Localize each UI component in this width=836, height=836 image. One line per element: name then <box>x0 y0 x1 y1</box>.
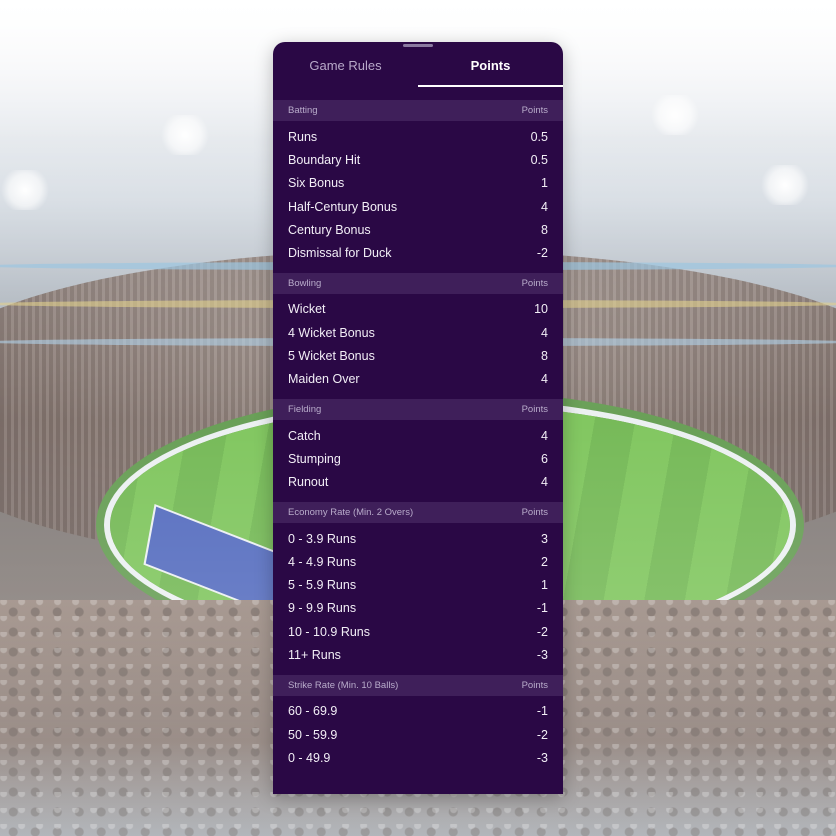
points-row: Runout 4 <box>273 471 563 494</box>
section-points-label: Points <box>521 506 548 518</box>
points-row: 10 - 10.9 Runs -2 <box>273 620 563 643</box>
row-points: 0.5 <box>530 129 548 144</box>
row-label: Half-Century Bonus <box>288 199 398 214</box>
points-row: Runs 0.5 <box>273 125 563 148</box>
section-title: Strike Rate (Min. 10 Balls) <box>288 679 399 691</box>
points-row: 4 - 4.9 Runs 2 <box>273 550 563 573</box>
row-points: 1 <box>541 176 548 191</box>
row-label: 11+ Runs <box>288 647 341 662</box>
row-label: Maiden Over <box>288 372 360 387</box>
points-row: 50 - 59.9 -2 <box>273 723 563 746</box>
points-table: Batting Points Runs 0.5 Boundary Hit 0.5 Six B… <box>273 100 563 778</box>
row-points: 2 <box>541 554 548 569</box>
points-section: Fielding Points Catch 4 Stumping 6 Runout 4 <box>273 398 563 494</box>
row-points: -2 <box>536 727 548 742</box>
row-label: 50 - 59.9 <box>288 727 338 742</box>
section-header: Economy Rate (Min. 2 Overs) Points <box>273 501 563 523</box>
row-label: 10 - 10.9 Runs <box>288 624 370 639</box>
points-row: Dismissal for Duck -2 <box>273 241 563 264</box>
section-header: Strike Rate (Min. 10 Balls) Points <box>273 674 563 696</box>
row-label: 5 - 5.9 Runs <box>288 578 357 593</box>
row-points: 4 <box>541 475 548 490</box>
section-points-label: Points <box>521 403 548 415</box>
points-section: Economy Rate (Min. 2 Overs) Points 0 - 3.9… <box>273 501 563 667</box>
row-points: -3 <box>536 647 548 662</box>
points-panel: Game Rules Points Batting Points Runs 0.5 Bo… <box>273 42 563 794</box>
section-title: Batting <box>288 105 318 116</box>
row-label: 5 Wicket Bonus <box>288 349 375 364</box>
section-points-label: Points <box>521 105 548 116</box>
row-label: Runout <box>288 475 329 490</box>
row-points: 0.5 <box>530 152 548 167</box>
section-header: Bowling Points <box>273 272 563 294</box>
points-row: Wicket 10 <box>273 298 563 321</box>
points-row: Catch 4 <box>273 424 563 447</box>
points-row: 5 Wicket Bonus 8 <box>273 344 563 367</box>
points-row: 0 - 49.9 -3 <box>273 746 563 769</box>
row-label: 0 - 3.9 Runs <box>288 531 357 546</box>
row-label: Dismissal for Duck <box>288 246 392 261</box>
section-title: Economy Rate (Min. 2 Overs) <box>288 506 414 518</box>
row-points: 10 <box>534 302 548 317</box>
points-section: Batting Points Runs 0.5 Boundary Hit 0.5 Six B… <box>273 100 563 265</box>
points-section: Bowling Points Wicket 10 4 Wicket Bonus 4 5 Wi… <box>273 272 563 391</box>
row-points: 1 <box>541 578 548 593</box>
row-label: Boundary Hit <box>288 152 361 167</box>
section-header: Batting Points <box>273 100 563 121</box>
section-header: Fielding Points <box>273 398 563 420</box>
points-row: Maiden Over 4 <box>273 368 563 391</box>
points-row: 9 - 9.9 Runs -1 <box>273 597 563 620</box>
row-label: 4 - 4.9 Runs <box>288 554 357 569</box>
section-title: Fielding <box>288 403 322 415</box>
points-row: Six Bonus 1 <box>273 172 563 195</box>
section-points-label: Points <box>521 277 548 289</box>
row-points: -1 <box>536 601 548 616</box>
row-points: 4 <box>541 325 548 340</box>
row-label: Stumping <box>288 451 341 466</box>
row-points: 3 <box>541 531 548 546</box>
row-points: 4 <box>541 199 548 214</box>
row-points: -2 <box>536 624 548 639</box>
tab-game-rules[interactable]: Game Rules <box>273 42 418 87</box>
tab-points[interactable]: Points <box>418 42 563 87</box>
row-points: -1 <box>536 704 548 719</box>
row-label: Century Bonus <box>288 222 371 237</box>
points-row: 60 - 69.9 -1 <box>273 700 563 723</box>
row-label: Runs <box>288 129 318 144</box>
section-points-label: Points <box>521 679 548 691</box>
tab-bar: Game Rules Points <box>273 42 563 87</box>
points-row: Century Bonus 8 <box>273 218 563 241</box>
row-points: -2 <box>536 246 548 261</box>
points-row: 5 - 5.9 Runs 1 <box>273 573 563 596</box>
row-label: Six Bonus <box>288 176 345 191</box>
points-row: Boundary Hit 0.5 <box>273 148 563 171</box>
row-label: 0 - 49.9 <box>288 750 331 765</box>
row-label: Catch <box>288 428 321 443</box>
points-section: Strike Rate (Min. 10 Balls) Points 60 - 69… <box>273 674 563 770</box>
row-points: 8 <box>541 222 548 237</box>
row-label: 60 - 69.9 <box>288 704 338 719</box>
points-row: Stumping 6 <box>273 447 563 470</box>
points-row: 0 - 3.9 Runs 3 <box>273 527 563 550</box>
points-row: Half-Century Bonus 4 <box>273 195 563 218</box>
points-row: 4 Wicket Bonus 4 <box>273 321 563 344</box>
row-label: Wicket <box>288 302 326 317</box>
row-label: 4 Wicket Bonus <box>288 325 375 340</box>
row-points: -3 <box>536 750 548 765</box>
row-points: 4 <box>541 428 548 443</box>
row-points: 6 <box>541 451 548 466</box>
row-label: 9 - 9.9 Runs <box>288 601 357 616</box>
section-title: Bowling <box>288 277 322 289</box>
points-row: 11+ Runs -3 <box>273 643 563 666</box>
row-points: 4 <box>541 372 548 387</box>
row-points: 8 <box>541 349 548 364</box>
